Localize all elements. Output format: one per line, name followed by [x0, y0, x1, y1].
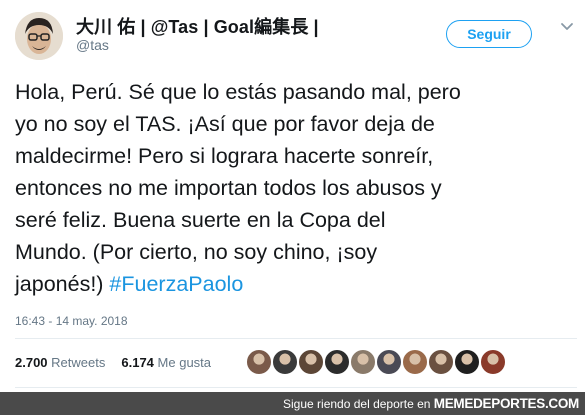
likes-count: 6.174: [121, 355, 154, 370]
liker-avatar[interactable]: [428, 349, 454, 375]
divider: [15, 387, 577, 388]
liker-avatar[interactable]: [376, 349, 402, 375]
liker-avatar[interactable]: [402, 349, 428, 375]
user-handle[interactable]: @tas: [76, 37, 109, 53]
follow-button[interactable]: Seguir: [446, 20, 532, 48]
retweets-count: 2.700: [15, 355, 48, 370]
display-name[interactable]: 大川 佑 | @Tas | Goal編集長 |: [76, 13, 319, 39]
tweet-stats: 2.700 Retweets 6.174 Me gusta: [15, 355, 211, 370]
tweet-text-last-line: japonés!) #FuerzaPaolo: [15, 268, 580, 300]
tweet-text-line: japonés!): [15, 272, 110, 296]
liker-avatar[interactable]: [480, 349, 506, 375]
tweet-text: Hola, Perú. Sé que lo estás pasando mal,…: [15, 76, 580, 300]
tweet-timestamp[interactable]: 16:43 - 14 may. 2018: [15, 314, 128, 328]
likes-stat[interactable]: 6.174 Me gusta: [121, 355, 211, 370]
retweets-label: Retweets: [51, 355, 106, 370]
footer-text: Sigue riendo del deporte en: [283, 397, 434, 411]
tweet-text-line: maldecirme! Pero si lograra hacerte sonr…: [15, 144, 434, 168]
retweets-stat[interactable]: 2.700 Retweets: [15, 355, 105, 370]
divider: [15, 338, 577, 339]
liker-avatar[interactable]: [246, 349, 272, 375]
liker-avatar[interactable]: [454, 349, 480, 375]
watermark-footer: Sigue riendo del deporte en MEMEDEPORTES…: [0, 392, 585, 415]
liker-avatar[interactable]: [324, 349, 350, 375]
footer-site: MEMEDEPORTES.COM: [433, 396, 580, 411]
tweet-text-line: entonces no me importan todos los abusos…: [15, 176, 442, 200]
liker-avatar[interactable]: [272, 349, 298, 375]
tweet-text-line: yo no soy el TAS. ¡Así que por favor dej…: [15, 112, 435, 136]
tweet-text-line: Hola, Perú. Sé que lo estás pasando mal,…: [15, 80, 461, 104]
avatar-portrait-icon: [15, 12, 63, 60]
liker-avatar[interactable]: [350, 349, 376, 375]
avatar[interactable]: [15, 12, 63, 60]
liker-avatar[interactable]: [298, 349, 324, 375]
chevron-down-icon[interactable]: [560, 22, 574, 32]
hashtag-link[interactable]: #FuerzaPaolo: [109, 272, 243, 296]
tweet-text-line: Mundo. (Por cierto, no soy chino, ¡soy: [15, 240, 378, 264]
likes-label: Me gusta: [157, 355, 212, 370]
tweet-text-line: seré feliz. Buena suerte en la Copa del: [15, 208, 386, 232]
